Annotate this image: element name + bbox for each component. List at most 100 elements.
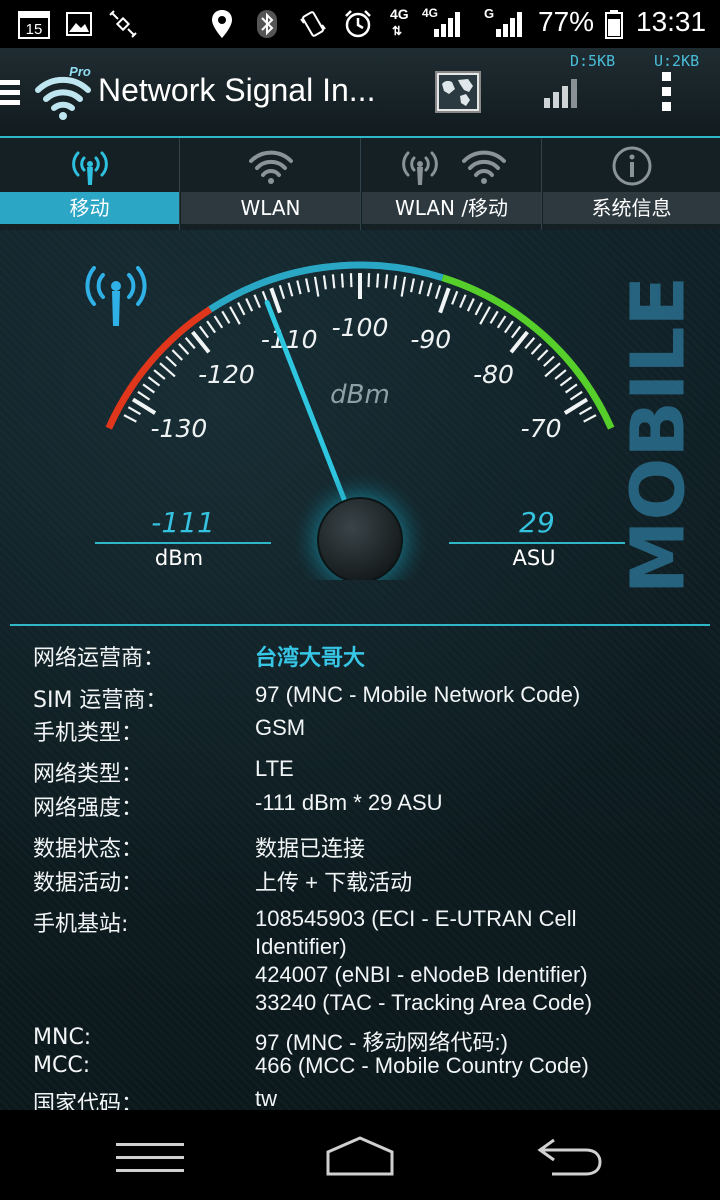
gauge-tick: [451, 290, 459, 305]
tab-mobile[interactable]: 移动: [0, 138, 180, 230]
clock: 13:31: [636, 6, 707, 37]
gauge-tick: [393, 275, 398, 290]
operator-value: 台湾大哥大: [255, 645, 366, 670]
gauge-tick: [578, 406, 593, 416]
tab-wlan-label: WLAN: [181, 192, 360, 224]
download-counter: D:5KB: [570, 52, 616, 70]
gauge-tick: [418, 280, 424, 295]
map-button[interactable]: [434, 70, 482, 114]
signal-icon-1: [420, 10, 464, 38]
gauge-tick: [184, 337, 196, 350]
mobile-watermark: MOBILE: [618, 276, 702, 594]
gauge-tick: [544, 362, 561, 378]
asu-underline: [449, 542, 625, 544]
gauge-tick: [296, 280, 302, 295]
gauge-tick: [524, 337, 536, 350]
status-bar: 15 4G ⇅ 4G G 77% 13:31: [0, 0, 720, 48]
asu-unit: ASU: [512, 546, 556, 570]
home-button[interactable]: [324, 1134, 396, 1180]
gauge-tick: [489, 310, 499, 324]
dbm-unit: dBm: [154, 546, 204, 570]
gauge-tick: [409, 278, 415, 293]
recent-apps-button[interactable]: [112, 1138, 188, 1178]
back-button[interactable]: [532, 1134, 604, 1180]
wifi-icon: [461, 150, 506, 184]
gauge-tick: [426, 282, 433, 297]
network-type-value: LTE: [255, 756, 294, 781]
gauge-arc-weak: [105, 306, 213, 430]
tab-wlan[interactable]: WLAN: [181, 138, 361, 230]
asu-value: 29: [519, 506, 555, 539]
gauge-tick: [322, 275, 327, 290]
cell-id-value-line2: Identifier): [255, 934, 347, 959]
gauge-tick: [530, 343, 542, 355]
menu-icon[interactable]: [0, 76, 22, 108]
gauge-tick: [543, 355, 555, 367]
gauge-tick: [229, 306, 241, 325]
battery-percent: 77%: [538, 6, 595, 37]
gauge-tick: [340, 273, 344, 288]
gauge-tick: [153, 369, 166, 380]
cell-id-value-line1: 108545903 (ECI - E-UTRAN Cell: [255, 906, 577, 931]
signal-strength-value: -111 dBm * 29 ASU: [255, 790, 443, 815]
tab-wlan-mobile[interactable]: WLAN /移动: [362, 138, 542, 230]
gauge-tick: [331, 274, 336, 289]
data-state-label: 数据状态：: [33, 837, 144, 862]
overflow-menu-icon[interactable]: [660, 70, 674, 114]
app-title: Network Signal In...: [98, 72, 376, 108]
gauge-tick-label: -120: [198, 360, 255, 389]
phone-type-value: GSM: [255, 715, 306, 740]
gauge-tick: [496, 315, 507, 329]
gauge-tick: [221, 310, 231, 324]
network-type-1: 4G: [390, 6, 409, 22]
tab-system-info-label: 系统信息: [543, 192, 720, 224]
gauge-tick: [206, 320, 216, 334]
gauge-tick: [171, 349, 183, 361]
gauge-tick: [376, 273, 380, 288]
gauge-tick: [434, 284, 442, 300]
mcc-label: MCC:: [33, 1053, 91, 1078]
gauge-tick: [127, 406, 142, 416]
gallery-icon: [66, 10, 92, 38]
gauge-tick-label: -130: [151, 414, 208, 443]
gauge-tick: [178, 343, 190, 355]
sim-operator-label: SIM 运营商：: [33, 688, 168, 713]
data-state-value: 数据已连接: [255, 836, 366, 861]
gauge-tick: [313, 276, 320, 297]
phone-type-label: 手机类型：: [33, 721, 144, 746]
gauge-tick: [400, 276, 407, 297]
gauge-labels: -130 -120 -110 -100 -90 -80 -70: [151, 313, 562, 443]
calendar-date: 15: [26, 21, 43, 38]
data-activity-value: 上传 + 下载活动: [255, 870, 413, 895]
gauge-tick-label: -110: [261, 325, 318, 354]
satellite-icon: [108, 10, 138, 38]
gauge-unit-label: dBm: [330, 380, 390, 410]
section-divider: [10, 624, 710, 626]
gauge-knob: [317, 497, 403, 580]
tab-system-info[interactable]: 系统信息: [543, 138, 720, 230]
gauge-tick: [253, 294, 261, 309]
vibrate-icon: [298, 10, 328, 38]
data-arrows-icon: ⇅: [392, 24, 403, 38]
mnc-label: MNC:: [33, 1025, 92, 1050]
gauge-tick: [245, 298, 254, 312]
cell-id-value-line4: 33240 (TAC - Tracking Area Code): [255, 990, 593, 1015]
gauge-tick: [569, 390, 583, 401]
upload-counter: U:2KB: [654, 52, 700, 70]
signal-icon-2: [480, 10, 526, 38]
operator-label: 网络运营商：: [33, 646, 166, 671]
location-icon: [210, 10, 234, 38]
navigation-bar: [0, 1110, 720, 1200]
mobile-antenna-icon: [71, 151, 108, 185]
antenna-icon: [401, 151, 438, 185]
gauge-tick: [213, 315, 224, 329]
gauge-tick: [474, 301, 483, 316]
gauge-tick: [137, 390, 151, 401]
gauge-tick: [466, 298, 475, 312]
alarm-icon: [342, 10, 374, 38]
signal-bars-button[interactable]: [542, 76, 582, 110]
gauge-tick: [237, 301, 246, 316]
wifi-icon: [248, 150, 293, 184]
cell-id-value-line3: 424007 (eNBI - eNodeB Identifier): [255, 962, 588, 987]
gauge-tick: [459, 294, 467, 309]
